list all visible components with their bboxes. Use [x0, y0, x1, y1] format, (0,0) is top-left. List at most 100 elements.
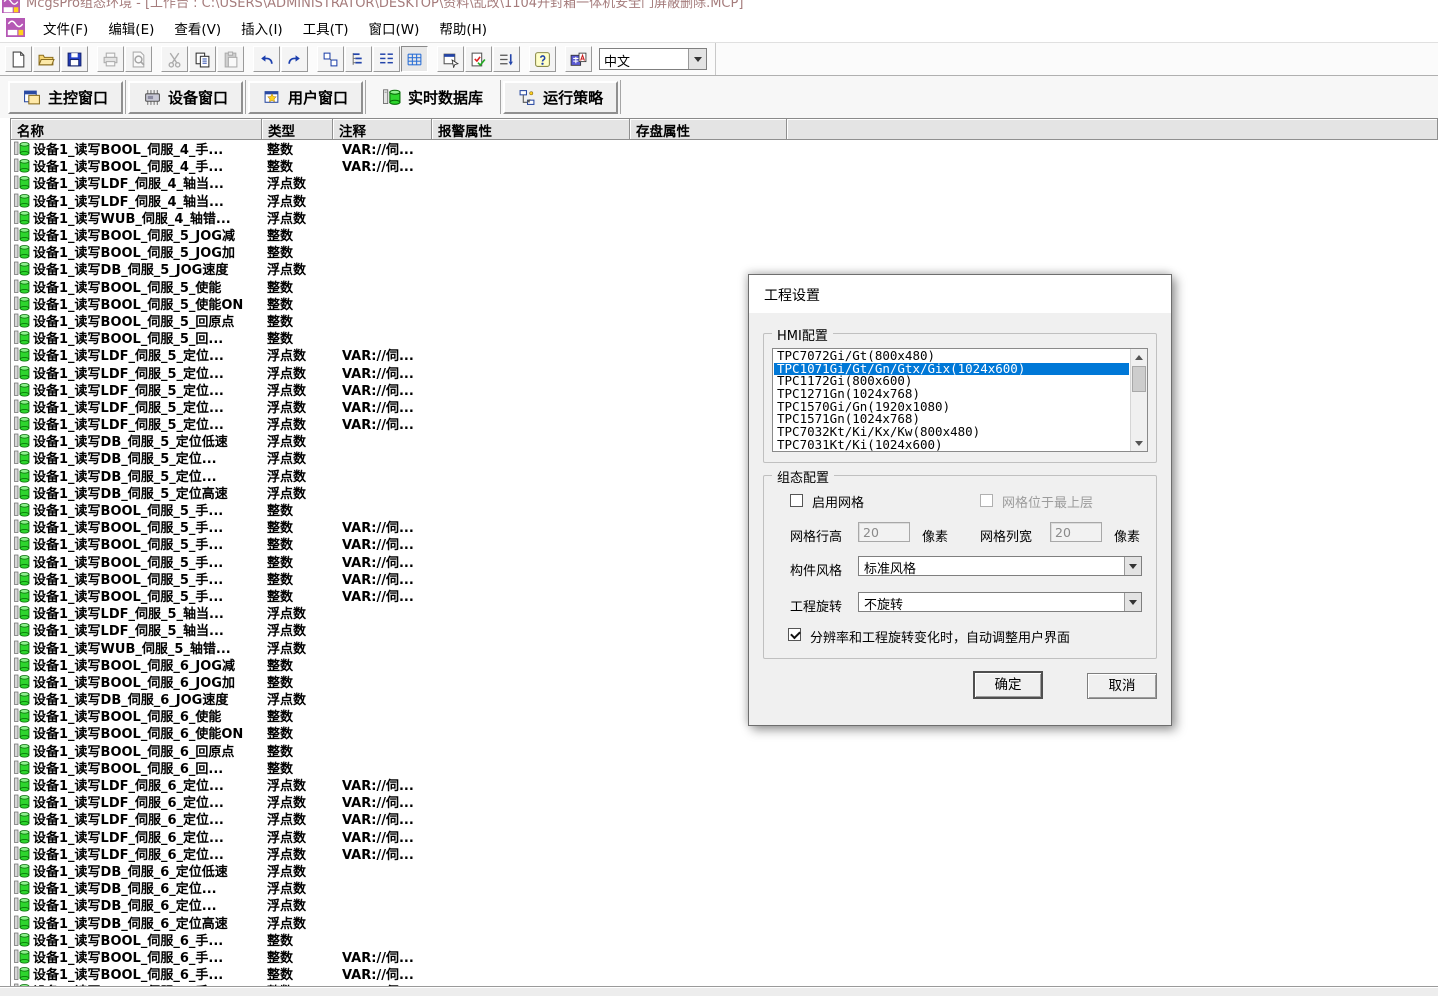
table-row[interactable]: 设备1_读写LDF_伺服_6_定位... 浮点数 VAR://伺... [11, 776, 1438, 793]
tree-view-button[interactable] [345, 46, 372, 72]
table-row[interactable]: 设备1_读写DB_伺服_6_定位低速 浮点数 [11, 862, 1438, 879]
table-row[interactable]: 设备1_读写LDF_伺服_4_轴当... 浮点数 [11, 174, 1438, 191]
table-row[interactable]: 设备1_读写LDF_伺服_5_轴当... 浮点数 [11, 604, 1438, 621]
tab-main-window[interactable]: 主控窗口 [8, 81, 123, 114]
menu-item[interactable]: 查看(V) [164, 15, 231, 41]
table-row[interactable]: 设备1_读写BOOL_伺服_5_手... 整数 VAR://伺... [11, 553, 1438, 570]
cancel-button[interactable]: 取消 [1087, 673, 1157, 699]
table-row[interactable]: 设备1_读写LDF_伺服_5_定位... 浮点数 VAR://伺... [11, 415, 1438, 432]
table-row[interactable]: 设备1_读写DB_伺服_5_定位低速 浮点数 [11, 432, 1438, 449]
table-row[interactable]: 设备1_读写BOOL_伺服_5_手... 整数 VAR://伺... [11, 587, 1438, 604]
table-row[interactable]: 设备1_读写LDF_伺服_6_定位... 浮点数 VAR://伺... [11, 810, 1438, 827]
menu-item[interactable]: 帮助(H) [429, 15, 497, 41]
table-row[interactable]: 设备1_读写DB_伺服_6_JOG速度 浮点数 [11, 690, 1438, 707]
table-row[interactable]: 设备1_读写LDF_伺服_5_轴当... 浮点数 [11, 621, 1438, 638]
table-row[interactable]: 设备1_读写BOOL_伺服_6_回... 整数 [11, 759, 1438, 776]
table-row[interactable]: 设备1_读写LDF_伺服_6_定位... 浮点数 VAR://伺... [11, 828, 1438, 845]
table-row[interactable]: 设备1_读写BOOL_伺服_6_回原点 整数 [11, 742, 1438, 759]
table-row[interactable]: 设备1_读写BOOL_伺服_6_手... 整数 VAR://伺... [11, 965, 1438, 982]
detail-view-button[interactable] [373, 46, 400, 72]
table-row[interactable]: 设备1_读写DB_伺服_5_JOG速度 浮点数 [11, 260, 1438, 277]
project-rotation-dropdown-button[interactable] [1124, 593, 1141, 611]
syntax-check-button[interactable] [465, 46, 492, 72]
menu-item[interactable]: 插入(I) [231, 15, 293, 41]
component-style-select[interactable]: 标准风格 [858, 556, 1142, 576]
hmi-model-option[interactable]: TPC1570Gi/Gn(1920x1080) [774, 401, 1129, 414]
hmi-model-option[interactable]: TPC7072Gi/Gt(800x480) [774, 350, 1129, 363]
enable-grid-checkbox[interactable] [790, 494, 803, 507]
column-header-type[interactable]: 类型 [262, 119, 333, 140]
data-object-button[interactable] [317, 46, 344, 72]
table-row[interactable]: 设备1_读写BOOL_伺服_5_使能 整数 [11, 278, 1438, 295]
menu-item[interactable]: 编辑(E) [98, 15, 164, 41]
help-button[interactable] [529, 46, 556, 72]
table-row[interactable]: 设备1_读写DB_伺服_6_定位高速 浮点数 [11, 913, 1438, 930]
scroll-up-button[interactable] [1131, 349, 1147, 365]
table-row[interactable]: 设备1_读写BOOL_伺服_5_回... 整数 [11, 329, 1438, 346]
table-row[interactable]: 设备1_读写BOOL_伺服_5_手... 整数 VAR://伺... [11, 518, 1438, 535]
scrollbar-thumb[interactable] [1132, 366, 1146, 392]
language-dropdown-button[interactable] [688, 49, 706, 69]
column-header-alarm[interactable]: 报警属性 [432, 119, 630, 140]
table-row[interactable]: 设备1_读写DB_伺服_5_定位高速 浮点数 [11, 484, 1438, 501]
hmi-model-option[interactable]: TPC1271Gn(1024x768) [774, 388, 1129, 401]
table-row[interactable]: 设备1_读写LDF_伺服_5_定位... 浮点数 VAR://伺... [11, 381, 1438, 398]
column-header-storage[interactable]: 存盘属性 [630, 119, 787, 140]
table-row[interactable]: 设备1_读写BOOL_伺服_6_使能ON 整数 [11, 724, 1438, 741]
table-row[interactable]: 设备1_读写LDF_伺服_6_定位... 浮点数 VAR://伺... [11, 793, 1438, 810]
table-row[interactable]: 设备1_读写BOOL_伺服_6_使能 整数 [11, 707, 1438, 724]
table-row[interactable]: 设备1_读写BOOL_伺服_4_手... 整数 VAR://伺... [11, 140, 1438, 157]
auto-adjust-checkbox[interactable] [788, 628, 801, 641]
table-row[interactable]: 设备1_读写DB_伺服_6_定位... 浮点数 [11, 879, 1438, 896]
table-row[interactable]: 设备1_读写BOOL_伺服_5_JOG加 整数 [11, 243, 1438, 260]
table-row[interactable]: 设备1_读写BOOL_伺服_6_手... 整数 VAR://伺... [11, 948, 1438, 965]
menu-item[interactable]: 窗口(W) [358, 15, 429, 41]
table-row[interactable]: 设备1_读写BOOL_伺服_4_手... 整数 VAR://伺... [11, 157, 1438, 174]
hmi-model-listbox[interactable]: TPC7072Gi/Gt(800x480)TPC1071Gi/Gt/Gn/Gtx… [772, 348, 1148, 452]
column-header-name[interactable]: 名称 [11, 119, 262, 140]
menu-item[interactable]: 文件(F) [33, 15, 98, 41]
table-row[interactable]: 设备1_读写DB_伺服_5_定位... 浮点数 [11, 449, 1438, 466]
table-row[interactable]: 设备1_读写BOOL_伺服_5_手... 整数 [11, 501, 1438, 518]
table-row[interactable]: 设备1_读写BOOL_伺服_5_手... 整数 VAR://伺... [11, 570, 1438, 587]
hmi-model-option[interactable]: TPC7031Kt/Ki(1024x600) [774, 439, 1129, 452]
table-row[interactable]: 设备1_读写LDF_伺服_4_轴当... 浮点数 [11, 192, 1438, 209]
table-row[interactable]: 设备1_读写WUB_伺服_4_轴错... 浮点数 [11, 209, 1438, 226]
tab-realtime-db[interactable]: 实时数据库 [368, 81, 498, 114]
tab-run-strategy[interactable]: 运行策略 [503, 81, 618, 114]
save-button[interactable] [61, 46, 88, 72]
table-row[interactable]: 设备1_读写BOOL_伺服_6_JOG加 整数 [11, 673, 1438, 690]
scroll-down-button[interactable] [1131, 435, 1147, 451]
menu-item[interactable]: 工具(T) [293, 15, 359, 41]
tab-device-window[interactable]: 设备窗口 [128, 81, 243, 114]
sort-button[interactable] [493, 46, 520, 72]
project-rotation-select[interactable]: 不旋转 [858, 592, 1142, 612]
new-file-button[interactable] [5, 46, 32, 72]
table-row[interactable]: 设备1_读写BOOL_伺服_5_使能ON 整数 [11, 295, 1438, 312]
table-row[interactable]: 设备1_读写LDF_伺服_5_定位... 浮点数 VAR://伺... [11, 398, 1438, 415]
table-row[interactable]: 设备1_读写BOOL_伺服_6_手... 整数 [11, 931, 1438, 948]
undo-button[interactable] [253, 46, 280, 72]
table-row[interactable]: 设备1_读写BOOL_伺服_6_JOG减 整数 [11, 656, 1438, 673]
column-header-comment[interactable]: 注释 [333, 119, 432, 140]
hmi-model-option[interactable]: TPC1571Gn(1024x768) [774, 413, 1129, 426]
window-properties-button[interactable] [437, 46, 464, 72]
language-combobox[interactable]: 中文 [599, 48, 707, 70]
table-row[interactable]: 设备1_读写LDF_伺服_5_定位... 浮点数 VAR://伺... [11, 363, 1438, 380]
redo-button[interactable] [281, 46, 308, 72]
hmi-model-option[interactable]: TPC7032Kt/Ki/Kx/Kw(800x480) [774, 426, 1129, 439]
table-row[interactable]: 设备1_读写BOOL_伺服_5_JOG减 整数 [11, 226, 1438, 243]
copy-button[interactable] [189, 46, 216, 72]
table-row[interactable]: 设备1_读写DB_伺服_6_定位... 浮点数 [11, 896, 1438, 913]
hmi-model-option[interactable]: TPC1172Gi(800x600) [774, 375, 1129, 388]
table-row[interactable]: 设备1_读写LDF_伺服_5_定位... 浮点数 VAR://伺... [11, 346, 1438, 363]
table-row[interactable]: 设备1_读写BOOL_伺服_5_手... 整数 VAR://伺... [11, 535, 1438, 552]
component-style-dropdown-button[interactable] [1124, 557, 1141, 575]
ok-button[interactable]: 确定 [973, 671, 1043, 699]
listbox-scrollbar[interactable] [1130, 349, 1147, 451]
hmi-model-option[interactable]: TPC1071Gi/Gt/Gn/Gtx/Gix(1024x600) [774, 363, 1129, 376]
language-button[interactable] [565, 46, 592, 72]
table-row[interactable]: 设备1_读写DB_伺服_5_定位... 浮点数 [11, 467, 1438, 484]
table-row[interactable]: 设备1_读写LDF_伺服_6_定位... 浮点数 VAR://伺... [11, 845, 1438, 862]
open-file-button[interactable] [33, 46, 60, 72]
